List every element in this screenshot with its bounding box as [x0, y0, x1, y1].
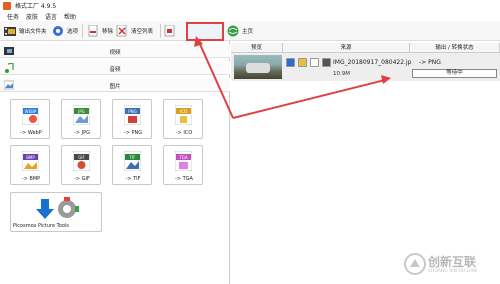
- options-gear-icon: [52, 25, 64, 37]
- gif-file-icon: GIF: [73, 151, 90, 171]
- pause-icon[interactable]: [286, 58, 295, 67]
- svg-text:GIF: GIF: [78, 155, 85, 160]
- picosmos-icon: [36, 197, 79, 219]
- home-button[interactable]: 主页: [227, 23, 253, 39]
- stop-doc-icon: [164, 25, 176, 37]
- menu-help[interactable]: 帮助: [64, 12, 76, 21]
- menu-skin[interactable]: 皮肤: [26, 12, 38, 21]
- svg-text:PNG: PNG: [128, 109, 137, 114]
- format-panel: 视频 音频 图片 WEBP -> WebP JPG -> JPG PNG -> …: [0, 41, 230, 284]
- column-header-source[interactable]: 来源: [283, 43, 410, 53]
- watermark-subtitle: CHUANG XIN HU LIAN: [428, 269, 477, 274]
- open-folder-icon[interactable]: [298, 58, 307, 67]
- thumbnail-car-shape: [246, 63, 270, 73]
- toolbar: 输出文件夹 选项 移除 清空列表 开始 主页: [0, 21, 500, 41]
- app-logo-icon: [3, 1, 11, 10]
- globe-icon: [227, 25, 239, 37]
- svg-text:JPG: JPG: [77, 109, 85, 114]
- clear-x-icon: [116, 25, 128, 37]
- watermark-title: 创新互联: [428, 255, 477, 269]
- output-folder-label: 输出文件夹: [19, 29, 47, 35]
- svg-text:WEBP: WEBP: [25, 109, 37, 114]
- picosmos-tools-button[interactable]: Picosmos Picture Tools: [10, 192, 102, 232]
- bmp-file-icon: BMP: [22, 151, 39, 171]
- stop-square-icon[interactable]: [322, 58, 331, 67]
- category-image-label: 图片: [109, 84, 121, 90]
- ico-file-icon: ICO: [175, 105, 192, 125]
- format-webp-button[interactable]: WEBP -> WebP: [10, 99, 50, 139]
- format-gif-button[interactable]: GIF -> GIF: [61, 145, 101, 185]
- home-label: 主页: [242, 29, 254, 35]
- watermark-logo-icon: [404, 253, 426, 275]
- tga-file-icon: TGA: [175, 151, 192, 171]
- format-webp-label: -> WebP: [20, 130, 42, 136]
- title-bar: 格式工厂 4.9.5: [0, 0, 500, 11]
- format-jpg-button[interactable]: JPG -> JPG: [61, 99, 101, 139]
- format-bmp-label: -> BMP: [21, 176, 41, 182]
- settings-gear-icon[interactable]: [310, 58, 319, 67]
- format-png-label: -> PNG: [123, 130, 143, 136]
- toolbar-divider: [82, 24, 83, 38]
- menu-language[interactable]: 语言: [45, 12, 57, 21]
- preview-thumbnail: [234, 55, 282, 79]
- svg-text:BMP: BMP: [26, 155, 35, 160]
- format-png-button[interactable]: PNG -> PNG: [112, 99, 152, 139]
- start-highlight-box: [186, 22, 224, 41]
- format-jpg-label: -> JPG: [74, 130, 90, 136]
- conversion-status: 等待中: [412, 69, 497, 78]
- source-filename: IMG_20180917_080422.jp: [333, 59, 412, 66]
- category-video[interactable]: 视频: [0, 44, 230, 58]
- column-header-preview[interactable]: 预览: [231, 43, 283, 53]
- picosmos-tools-label: Picosmos Picture Tools: [13, 223, 69, 229]
- task-list: 预览 来源 输出 / 转换状态 IMG_20180917_080422.jp 1…: [231, 41, 500, 284]
- jpg-file-icon: JPG: [73, 105, 90, 125]
- column-header-output[interactable]: 输出 / 转换状态: [410, 43, 500, 53]
- format-gif-label: -> GIF: [74, 176, 90, 182]
- options-label: 选项: [67, 29, 79, 35]
- format-tga-button[interactable]: TGA -> TGA: [163, 145, 203, 185]
- menu-bar: 任务 皮肤 语言 帮助: [0, 11, 500, 21]
- category-video-label: 视频: [109, 50, 121, 56]
- task-row[interactable]: IMG_20180917_080422.jp 10.9M -> PNG 等待中: [231, 53, 500, 81]
- options-button[interactable]: 选项: [52, 23, 78, 39]
- clear-list-button[interactable]: 清空列表: [116, 23, 153, 39]
- format-ico-label: -> ICO: [175, 130, 193, 136]
- webp-file-icon: WEBP: [22, 105, 39, 125]
- source-filesize: 10.9M: [333, 71, 350, 77]
- format-tif-label: -> TIF: [125, 176, 141, 182]
- stop-button[interactable]: [164, 23, 176, 39]
- menu-tasks[interactable]: 任务: [7, 12, 19, 21]
- window-title: 格式工厂 4.9.5: [15, 3, 57, 10]
- toolbar-divider: [160, 24, 161, 38]
- clear-list-label: 清空列表: [131, 29, 154, 35]
- tif-file-icon: TIF: [124, 151, 141, 171]
- remove-doc-icon: [87, 25, 99, 37]
- format-ico-button[interactable]: ICO -> ICO: [163, 99, 203, 139]
- format-tga-label: -> TGA: [175, 176, 193, 182]
- svg-text:TIF: TIF: [129, 155, 137, 160]
- watermark: 创新互联 CHUANG XIN HU LIAN: [402, 250, 497, 280]
- format-tif-button[interactable]: TIF -> TIF: [112, 145, 152, 185]
- category-image[interactable]: 图片: [0, 78, 230, 92]
- film-folder-icon: [4, 25, 16, 37]
- svg-text:TGA: TGA: [178, 155, 188, 160]
- svg-text:ICO: ICO: [180, 109, 187, 114]
- png-file-icon: PNG: [124, 105, 141, 125]
- target-format: -> PNG: [419, 59, 441, 66]
- remove-button[interactable]: 移除: [87, 23, 113, 39]
- format-bmp-button[interactable]: BMP -> BMP: [10, 145, 50, 185]
- remove-label: 移除: [102, 29, 114, 35]
- category-audio-label: 音频: [109, 67, 121, 73]
- output-folder-button[interactable]: 输出文件夹: [4, 23, 47, 39]
- category-audio[interactable]: 音频: [0, 61, 230, 75]
